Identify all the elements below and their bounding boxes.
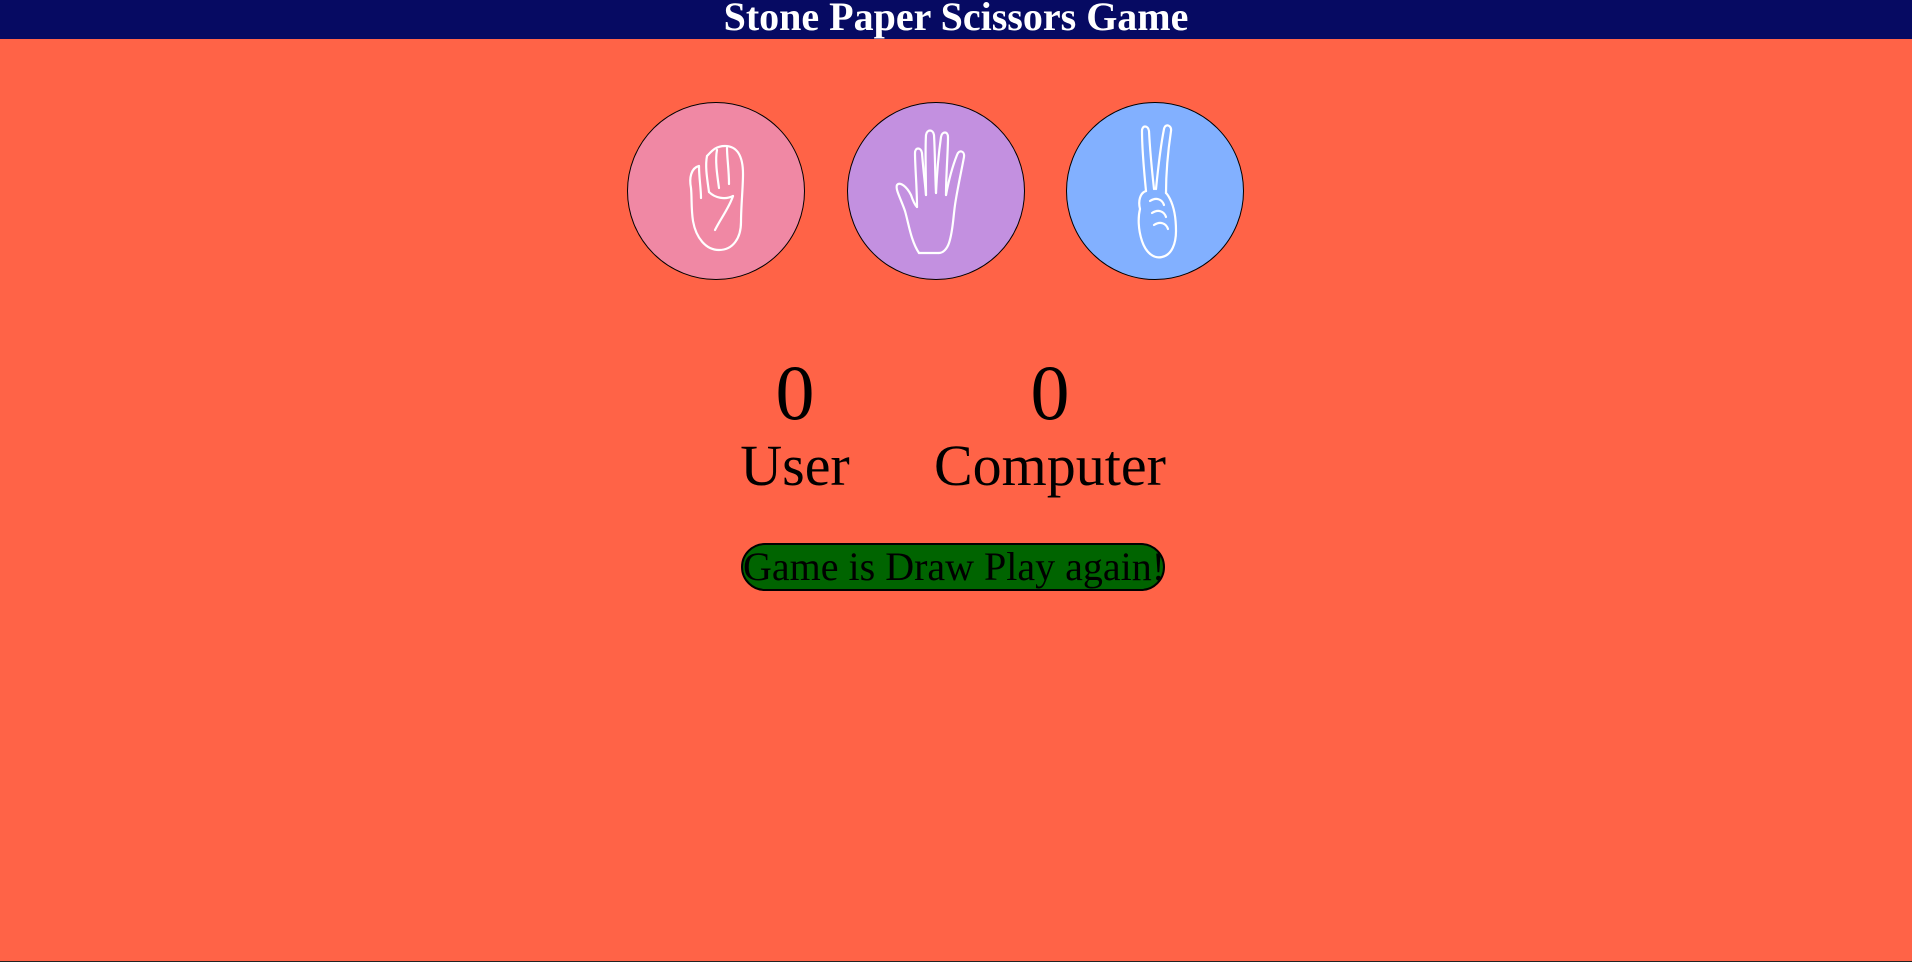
user-score-label: User bbox=[740, 433, 850, 498]
user-score-block: 0 User bbox=[720, 354, 870, 496]
computer-score-label: Computer bbox=[934, 433, 1166, 498]
stone-choice-button[interactable] bbox=[627, 102, 805, 280]
choices-container bbox=[0, 102, 1912, 280]
paper-choice-button[interactable] bbox=[847, 102, 1025, 280]
open-hand-icon bbox=[895, 129, 966, 255]
computer-score: 0 bbox=[1030, 349, 1070, 436]
page-title: Stone Paper Scissors Game bbox=[0, 0, 1912, 39]
result-message: Game is Draw Play again! bbox=[741, 543, 1165, 591]
fist-icon bbox=[689, 144, 745, 252]
user-score: 0 bbox=[775, 349, 815, 436]
peace-sign-icon bbox=[1137, 124, 1178, 259]
scissors-choice-button[interactable] bbox=[1066, 102, 1244, 280]
computer-score-block: 0 Computer bbox=[915, 354, 1185, 496]
